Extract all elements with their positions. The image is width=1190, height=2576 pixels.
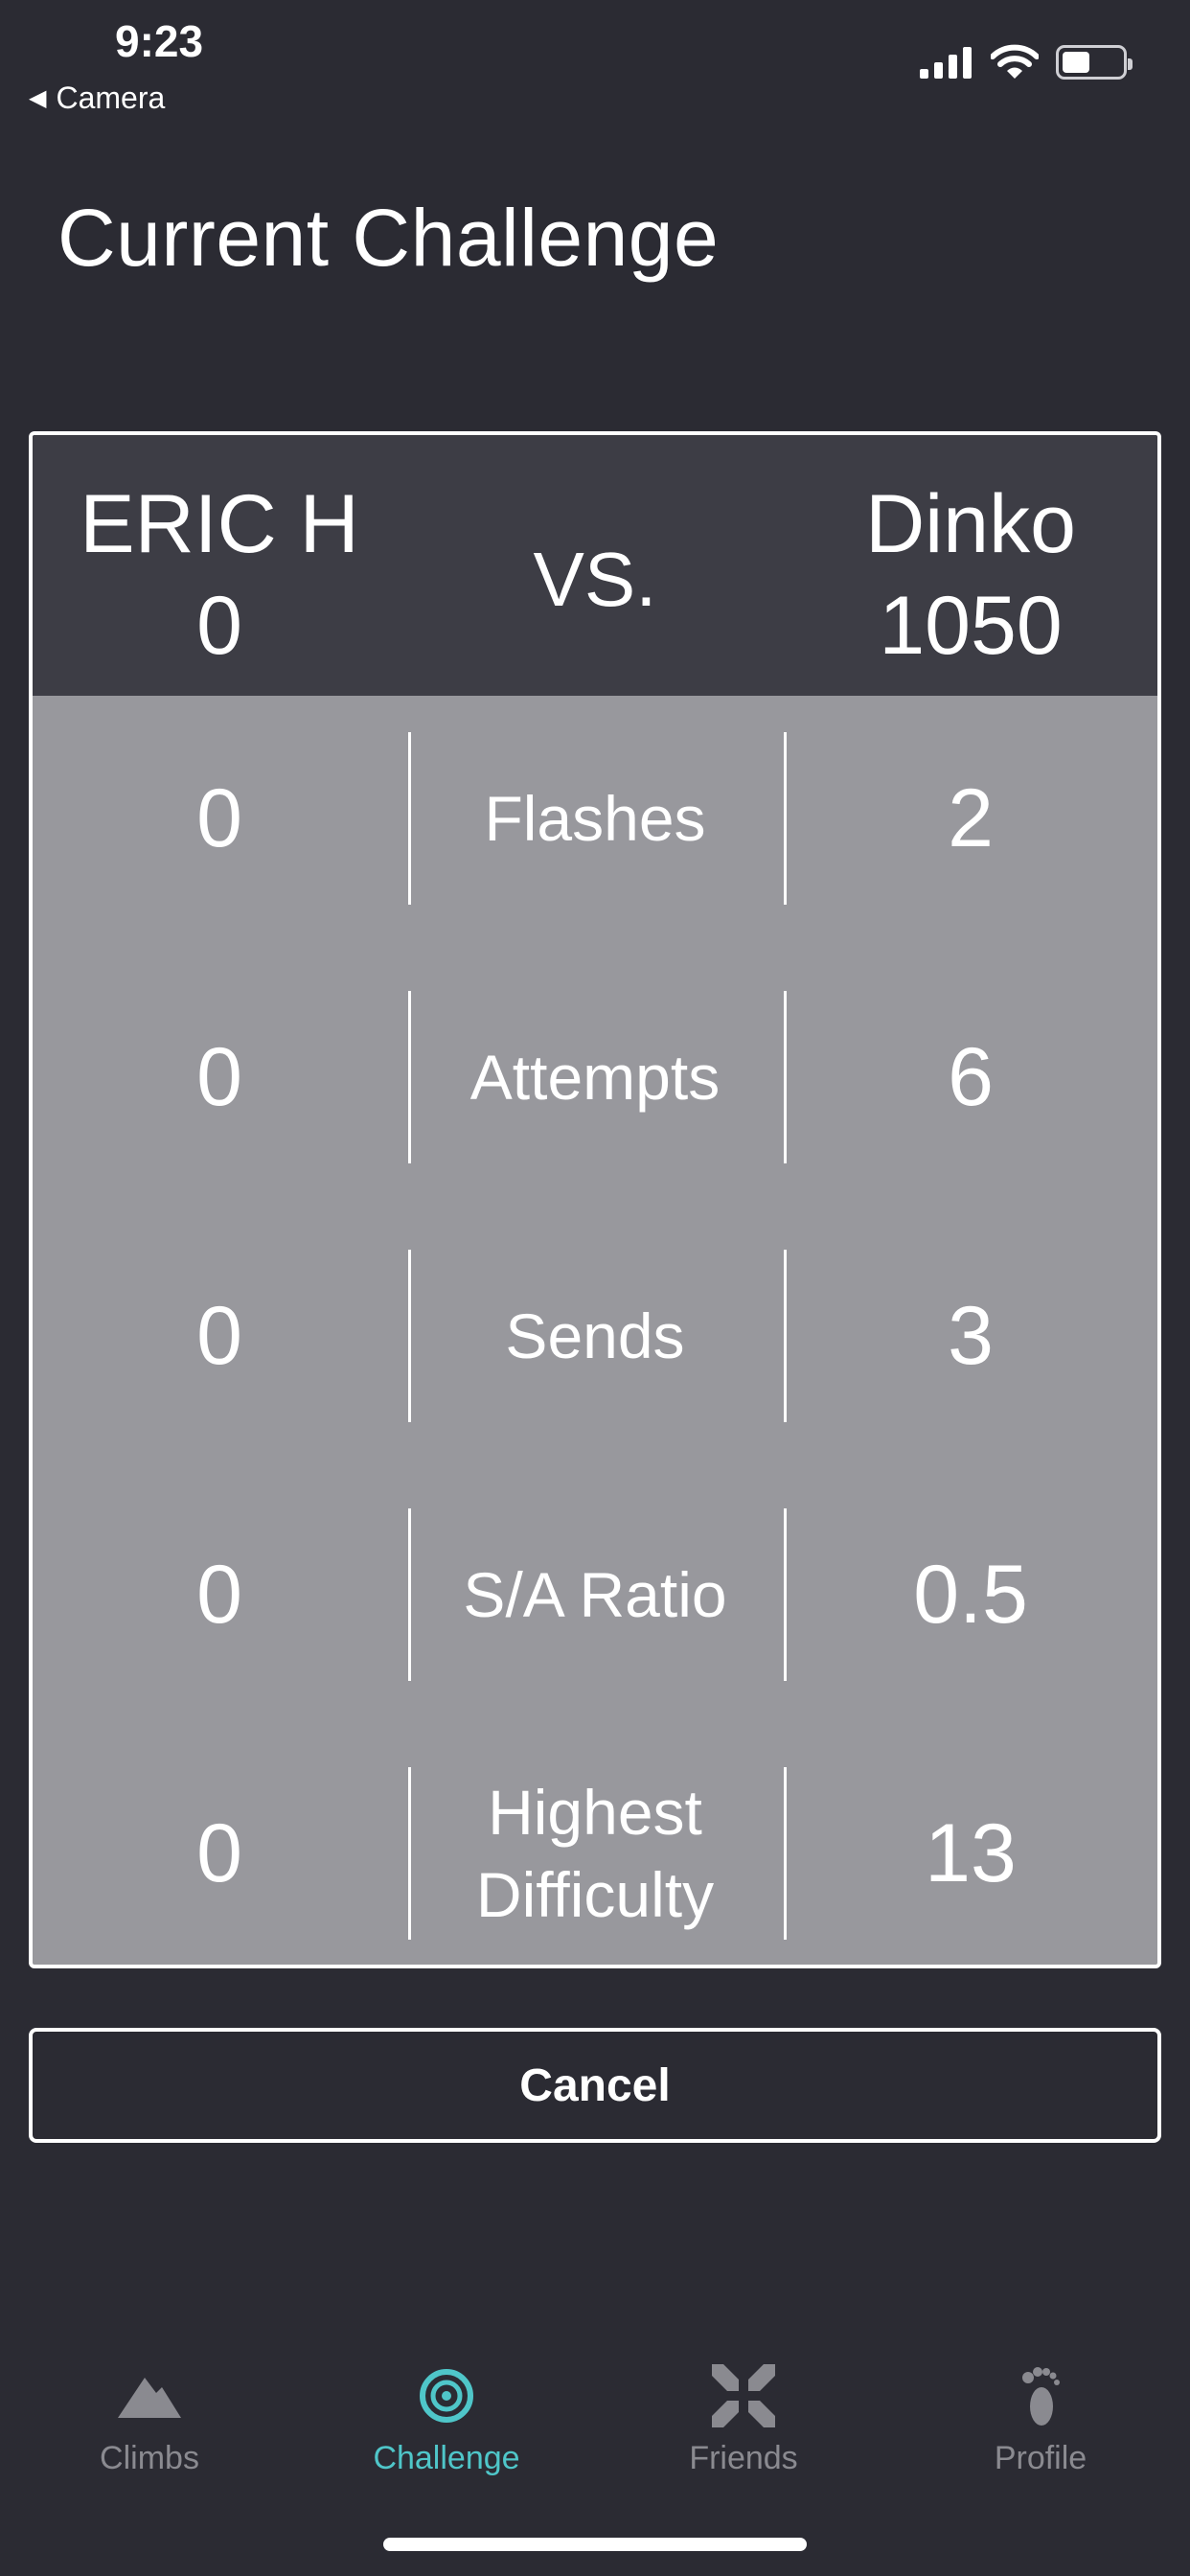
stat-player-one-value: 0 — [196, 1548, 242, 1641]
stat-label: Sends — [505, 1300, 685, 1371]
status-time: 9:23 — [115, 16, 204, 66]
stat-row-sa-ratio: 0 S/A Ratio 0.5 — [33, 1508, 1157, 1681]
stat-label: S/A Ratio — [463, 1559, 727, 1630]
stat-player-two-value: 13 — [925, 1806, 1017, 1899]
player-two: Dinko 1050 — [784, 473, 1157, 677]
home-indicator — [383, 2538, 807, 2551]
status-icons — [920, 44, 1133, 80]
tab-label: Challenge — [373, 2440, 520, 2476]
tab-climbs[interactable]: Climbs — [34, 2358, 264, 2477]
tab-label: Profile — [994, 2440, 1087, 2476]
player-one: ERIC H 0 — [33, 473, 406, 677]
stat-row-sends: 0 Sends 3 — [33, 1250, 1157, 1422]
arrows-inward-icon — [629, 2358, 858, 2434]
battery-icon — [1056, 45, 1133, 80]
back-caret-icon: ◀ — [29, 85, 47, 111]
player-two-score: 1050 — [879, 580, 1063, 672]
tab-label: Climbs — [100, 2440, 199, 2476]
screen: 9:23 ◀ Camera Current Challenge ERIC H 0 — [0, 0, 1190, 2576]
tab-friends[interactable]: Friends — [629, 2358, 858, 2477]
challenge-header: ERIC H 0 VS. Dinko 1050 — [33, 435, 1157, 696]
stat-row-attempts: 0 Attempts 6 — [33, 991, 1157, 1163]
back-to-camera-link[interactable]: ◀ Camera — [29, 80, 165, 116]
wifi-icon — [991, 44, 1039, 79]
stat-label: Highest Difficulty — [475, 1777, 715, 1930]
stat-player-two-value: 6 — [948, 1030, 994, 1123]
stat-player-two-value: 0.5 — [913, 1548, 1028, 1641]
mountain-icon — [34, 2358, 264, 2434]
stat-label: Attempts — [469, 1042, 721, 1113]
stat-label: Flashes — [484, 783, 706, 854]
player-one-score: 0 — [196, 580, 242, 672]
challenge-card: ERIC H 0 VS. Dinko 1050 0 Flashes 2 0 At… — [29, 431, 1161, 1968]
target-icon — [332, 2358, 561, 2434]
player-one-name: ERIC H — [80, 478, 359, 570]
tab-profile[interactable]: Profile — [926, 2358, 1156, 2477]
stat-player-two-value: 2 — [948, 771, 994, 864]
cancel-button[interactable]: Cancel — [29, 2028, 1161, 2143]
back-label: Camera — [56, 80, 166, 115]
vs-label: VS. — [533, 537, 657, 622]
stat-player-two-value: 3 — [948, 1289, 994, 1382]
stat-row-highest-difficulty: 0 Highest Difficulty 13 — [33, 1767, 1157, 1940]
page-title: Current Challenge — [57, 193, 720, 283]
player-two-name: Dinko — [865, 478, 1076, 570]
tab-challenge[interactable]: Challenge — [332, 2358, 561, 2477]
stat-row-flashes: 0 Flashes 2 — [33, 732, 1157, 905]
stat-player-one-value: 0 — [196, 1806, 242, 1899]
signal-icon — [920, 47, 972, 79]
stat-player-one-value: 0 — [196, 771, 242, 864]
tab-label: Friends — [689, 2440, 798, 2476]
stat-player-one-value: 0 — [196, 1289, 242, 1382]
stat-player-one-value: 0 — [196, 1030, 242, 1123]
footprint-icon — [926, 2358, 1156, 2434]
